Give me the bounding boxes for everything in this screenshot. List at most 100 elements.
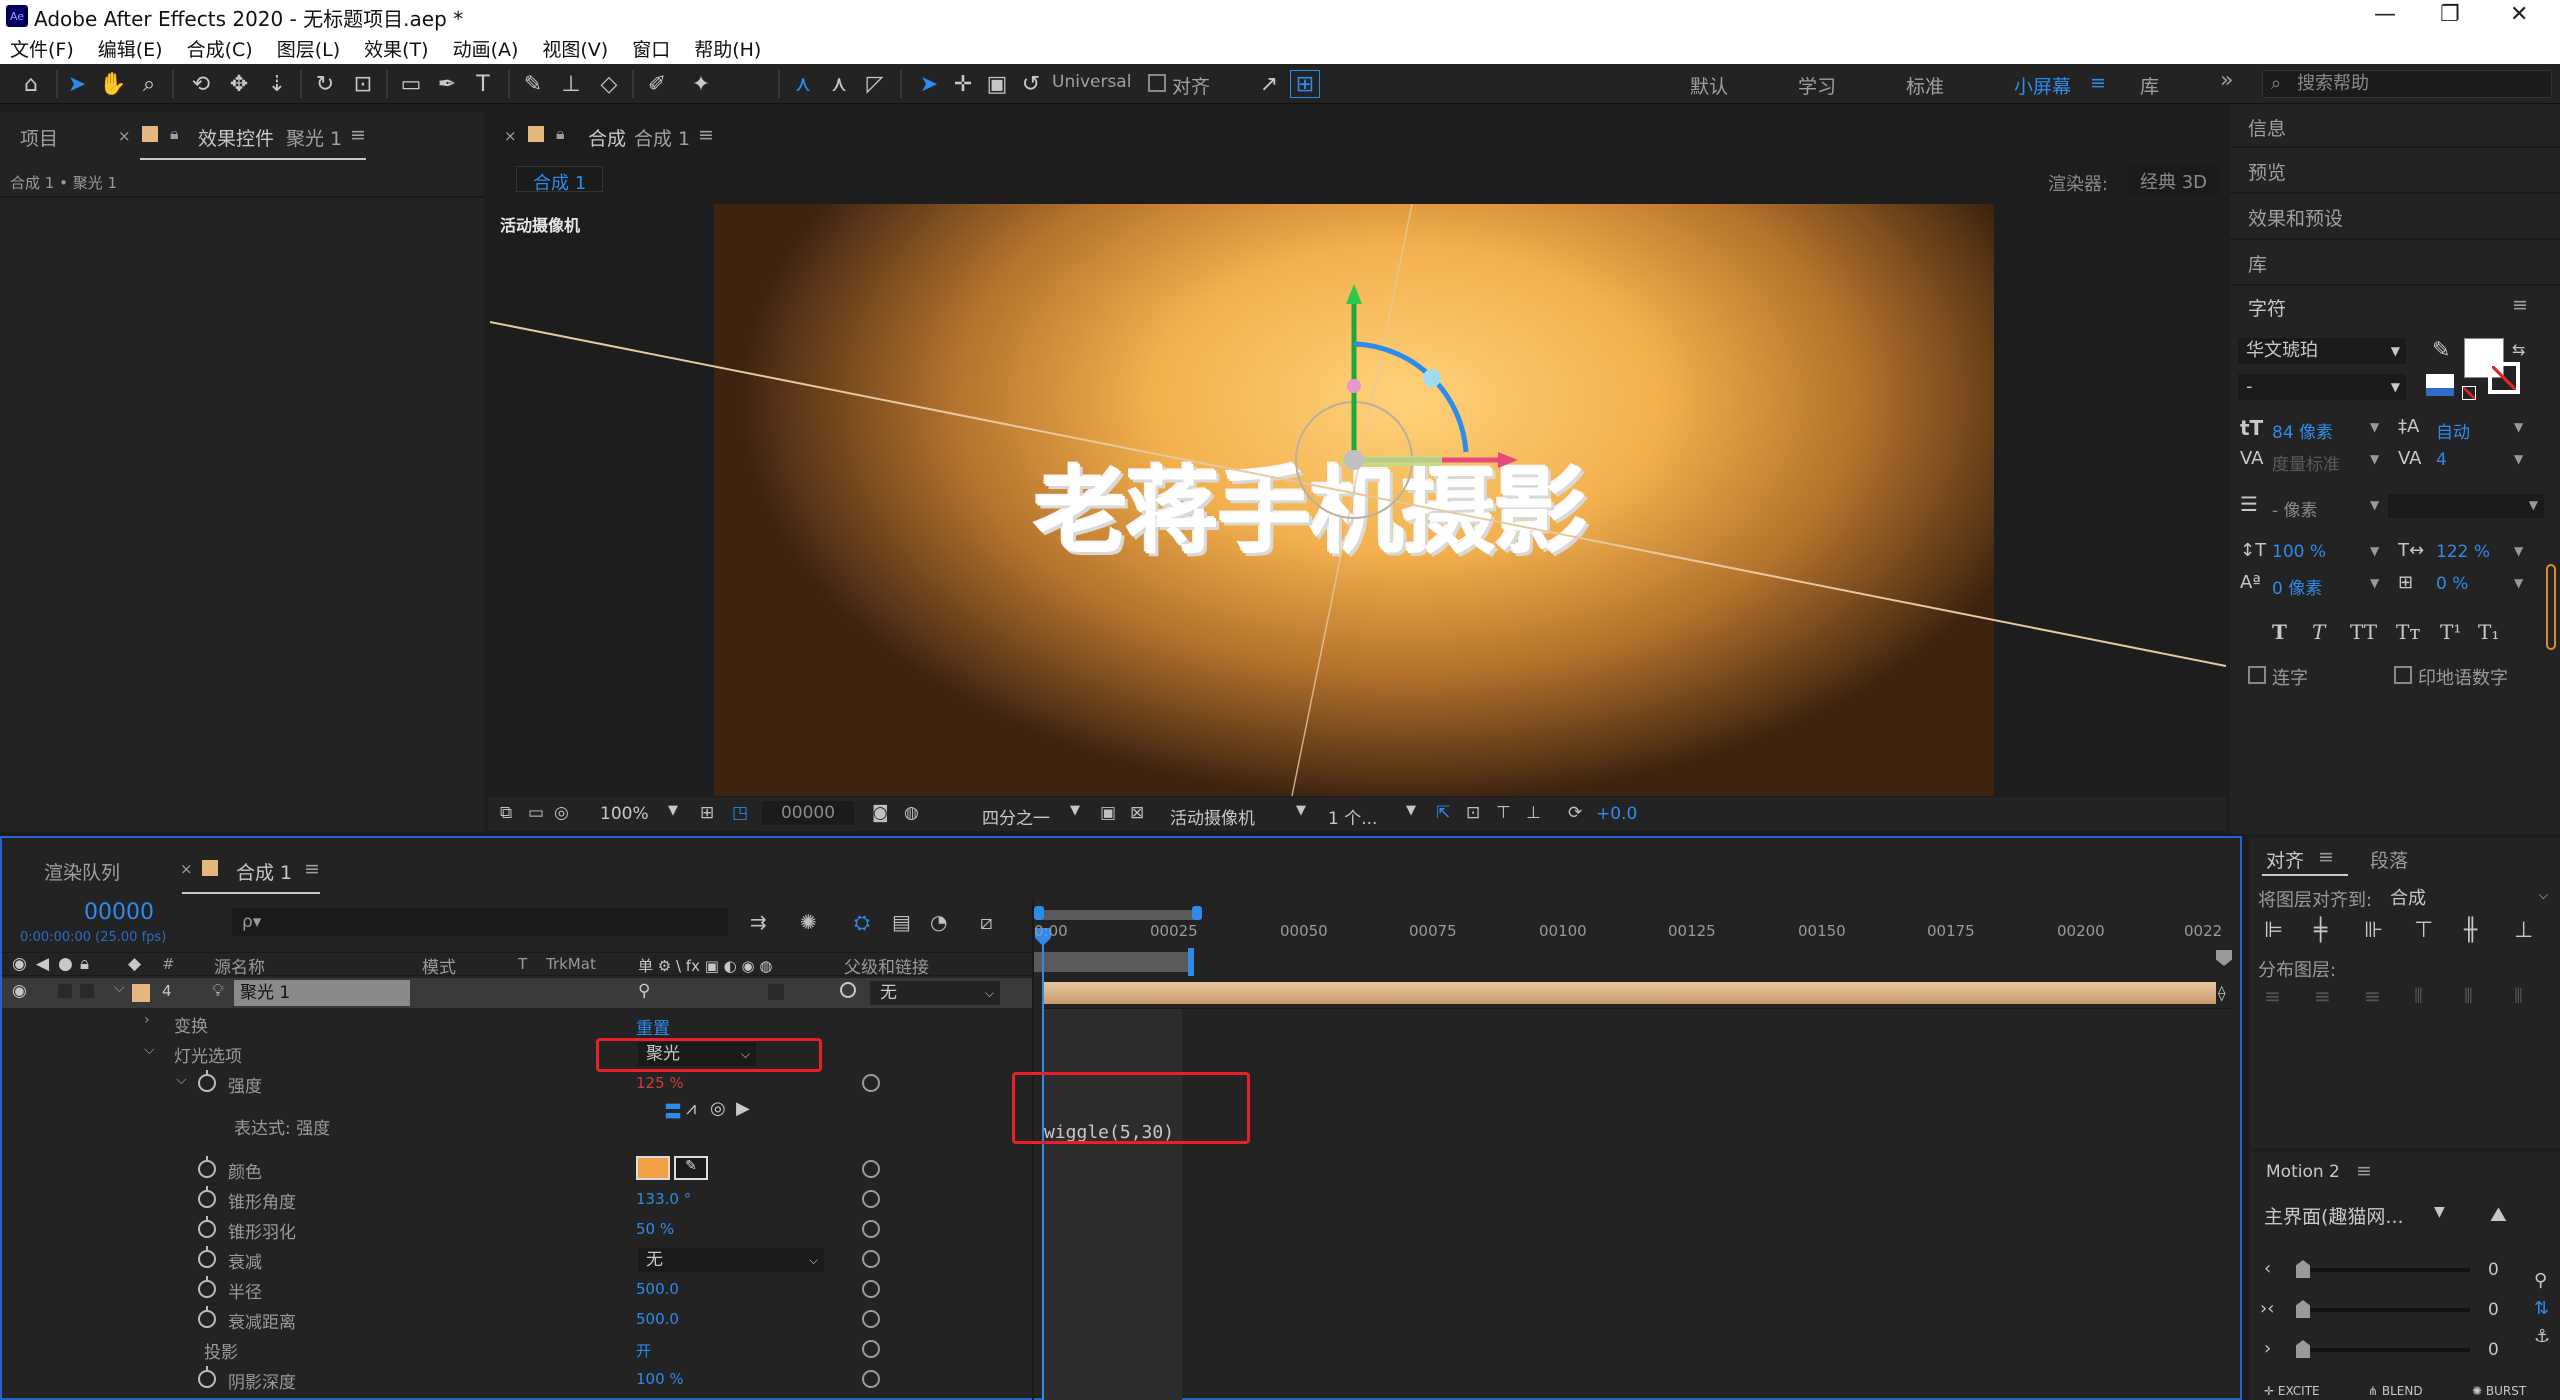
motion2-mountain-icon[interactable]: ⛰ [2490, 1202, 2507, 1226]
comp-end-marker[interactable] [2216, 950, 2232, 966]
stopwatch-icon[interactable] [198, 1070, 216, 1092]
menu-animation[interactable]: 动画(A) [453, 35, 519, 62]
motion2-anchor-icon[interactable]: ⚓︎ [2534, 1326, 2550, 1347]
brush-tool-icon[interactable]: ✎ [518, 70, 548, 98]
workspace-standard[interactable]: 标准 [1906, 72, 1944, 99]
distribute-right-icon[interactable]: ⦀ [2514, 984, 2523, 1008]
align-top-icon[interactable]: ⊤ [2414, 918, 2433, 943]
tab-comp-1[interactable]: 合成 1 [236, 858, 292, 885]
view-axis-icon[interactable]: ◸ [860, 70, 890, 98]
menu-edit[interactable]: 编辑(E) [98, 35, 163, 62]
maximize-button[interactable]: ❐ [2440, 2, 2460, 27]
lock-icon[interactable]: 🔒︎ [556, 124, 565, 144]
puppet-tool-icon[interactable]: ✦ [686, 70, 716, 98]
layer-name[interactable]: 聚光 1 [234, 980, 410, 1006]
stroke-color-swatch[interactable] [2488, 362, 2520, 394]
distribute-hcenter-icon[interactable]: ⦀ [2464, 984, 2473, 1008]
burst-button[interactable]: ✺ BURST [2472, 1384, 2526, 1398]
snap-grid-icon[interactable]: ⊞ [1290, 70, 1320, 98]
ease-out-knob[interactable] [2296, 1340, 2310, 1358]
close-tab-icon[interactable]: × [180, 860, 193, 878]
pickwhip-icon[interactable] [862, 1160, 880, 1178]
minimize-button[interactable]: — [2374, 2, 2396, 27]
help-search-input[interactable]: ⌕ 搜索帮助 [2262, 70, 2552, 98]
label-column-icon[interactable]: ◆ [128, 954, 141, 974]
fast-draft-icon[interactable]: ⊡ [1466, 803, 1480, 823]
stopwatch-icon[interactable] [198, 1366, 216, 1388]
expression-pickwhip-icon[interactable]: ◎ [710, 1098, 726, 1119]
rotation-handle[interactable] [1423, 369, 1441, 387]
faux-italic-button[interactable]: T [2312, 620, 2325, 644]
panel-menu-icon[interactable]: ≡ [350, 124, 366, 146]
stroke-dropdown-icon[interactable]: ▼ [2370, 498, 2379, 512]
exposure-value[interactable]: +0.0 [1596, 804, 1637, 824]
tab-paragraph[interactable]: 段落 [2370, 846, 2408, 873]
pan-camera-icon[interactable]: ✥ [224, 70, 254, 98]
align-to-select[interactable]: 合成 ⌵ [2390, 884, 2554, 909]
workspace-small-screen[interactable]: 小屏幕 [2014, 72, 2071, 99]
layer-row[interactable]: ◉ ⌵ 4 💡︎ 聚光 1 ⚲ 无 ⌵ [2, 978, 1032, 1008]
hscale-dropdown-icon[interactable]: ▼ [2514, 544, 2523, 558]
eraser-tool-icon[interactable]: ◇ [594, 70, 624, 98]
hindi-digits-checkbox[interactable] [2394, 666, 2412, 684]
pickwhip-icon[interactable] [862, 1310, 880, 1328]
shy-layers-icon[interactable]: ⛭ [854, 910, 870, 934]
stopwatch-icon[interactable] [198, 1276, 216, 1298]
swap-colors-icon[interactable]: ⇆ [2512, 340, 2525, 359]
clone-stamp-icon[interactable]: ⊥ [556, 70, 586, 98]
tracking-dropdown-icon[interactable]: ▼ [2514, 452, 2523, 466]
work-area-bar[interactable] [1034, 952, 1192, 972]
video-toggle-icon[interactable]: ◉ [12, 954, 27, 974]
display-icon[interactable]: ▭ [528, 803, 544, 823]
distribute-vcenter-icon[interactable]: ≡ [2314, 984, 2331, 1008]
type-tool-icon[interactable]: T [468, 70, 498, 98]
solo-toggle-icon[interactable]: ● [58, 954, 73, 974]
camera-select[interactable]: 活动摄像机 [1170, 804, 1255, 829]
motion-blur-icon[interactable]: ◔ [930, 910, 947, 934]
excite-button[interactable]: ✛ EXCITE [2264, 1384, 2320, 1398]
kerning-value[interactable]: 度量标准 [2272, 450, 2340, 475]
ease-in-slider[interactable] [2310, 1268, 2470, 1272]
show-snapshot-icon[interactable]: ◍ [904, 803, 919, 823]
panel-info[interactable]: 信息 [2248, 114, 2286, 141]
timecode-field[interactable]: 00000 [762, 801, 854, 825]
cone-angle-value[interactable]: 133.0 ° [636, 1190, 691, 1208]
radius-value[interactable]: 500.0 [636, 1280, 679, 1298]
x-axis-head-icon[interactable] [1498, 452, 1518, 468]
all-caps-button[interactable]: TT [2350, 620, 2377, 644]
faux-bold-button[interactable]: T [2272, 620, 2287, 644]
stopwatch-icon[interactable] [198, 1216, 216, 1238]
layer-visibility-icon[interactable]: ◉ [12, 981, 27, 1001]
tracking-value[interactable]: 4 [2436, 450, 2447, 470]
preset-dropdown-icon[interactable]: ▼ [2434, 1204, 2445, 1220]
pickwhip-icon[interactable] [862, 1220, 880, 1238]
ease-out-icon[interactable]: › [2264, 1338, 2271, 1359]
transparency-grid-icon[interactable]: ⊠ [1130, 803, 1144, 823]
workspace-menu-icon[interactable]: ≡ [2090, 72, 2106, 94]
ease-in-icon[interactable]: ‹ [2264, 1258, 2271, 1279]
stroke-width-value[interactable]: - 像素 [2272, 496, 2318, 521]
vscale-dropdown-icon[interactable]: ▼ [2370, 544, 2379, 558]
lock-column-icon[interactable]: 🔒︎ [80, 954, 89, 974]
align-right-icon[interactable]: ⊪ [2364, 918, 2383, 943]
orbit-camera-icon[interactable]: ⟲ [186, 70, 216, 98]
motion2-pin-icon[interactable]: ⚲ [2534, 1270, 2547, 1291]
pickwhip-icon[interactable] [862, 1370, 880, 1388]
3d-move-icon[interactable]: ✛ [948, 70, 978, 98]
stopwatch-icon[interactable] [198, 1246, 216, 1268]
superscript-button[interactable]: T¹ [2440, 620, 2461, 644]
small-caps-button[interactable]: Tт [2396, 620, 2420, 644]
ease-in-knob[interactable] [2296, 1260, 2310, 1278]
cone-feather-value[interactable]: 50 % [636, 1220, 674, 1238]
no-fill-icon[interactable] [2462, 386, 2476, 400]
panel-menu-icon[interactable]: ≡ [304, 858, 320, 880]
pickwhip-icon[interactable] [862, 1190, 880, 1208]
blend-button[interactable]: ⋔ BLEND [2368, 1384, 2423, 1398]
leading-value[interactable]: 自动 [2436, 418, 2470, 443]
ease-both-value[interactable]: 0 [2488, 1300, 2499, 1320]
pickwhip-icon[interactable] [862, 1340, 880, 1358]
ease-both-icon[interactable]: ›‹ [2260, 1298, 2274, 1319]
graph-editor-icon[interactable]: ⧄ [980, 910, 993, 934]
renderer-select[interactable]: 经典 3D [2128, 166, 2220, 196]
navigator-start-handle[interactable] [1034, 906, 1044, 920]
